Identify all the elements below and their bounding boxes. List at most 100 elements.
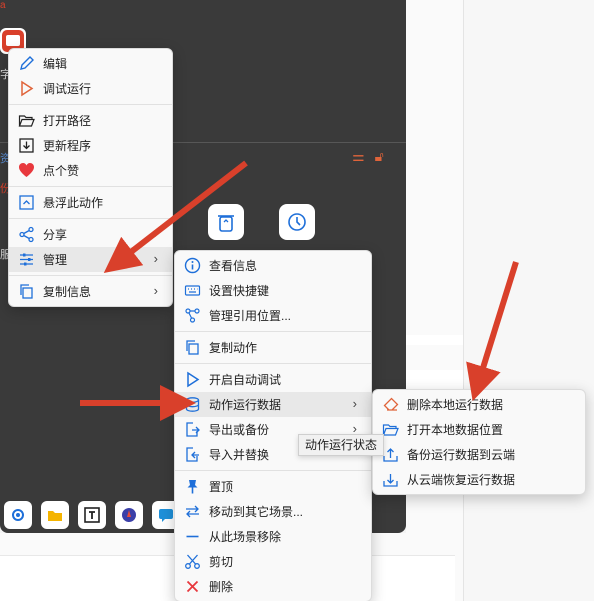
menu-item-backup-cloud[interactable]: 备份运行数据到云端 — [373, 442, 585, 467]
pin-icon — [184, 478, 201, 495]
tooltip: 动作运行状态 — [298, 434, 385, 456]
share-icon — [18, 226, 35, 243]
chevron-right-icon: › — [153, 251, 158, 266]
menu-separator — [9, 104, 172, 105]
menu-item-label: 调试运行 — [43, 82, 92, 96]
side-card — [406, 335, 463, 345]
keyboard-icon — [184, 282, 201, 299]
import-icon — [184, 446, 201, 463]
close-red-icon — [184, 578, 201, 595]
side-card — [406, 370, 463, 390]
menu-item-copy-info[interactable]: 复制信息 › — [9, 279, 172, 304]
menu-item-cut[interactable]: 剪切 — [175, 549, 371, 574]
pencil-icon — [18, 55, 35, 72]
menu-item-label: 复制动作 — [209, 341, 258, 355]
context-menu-main: 编辑 调试运行 打开路径 更新程序 点个赞 悬浮此动作 分享 › 管理 › 复制… — [8, 48, 173, 307]
copy-icon — [18, 283, 35, 300]
folder-icon[interactable] — [41, 501, 69, 529]
menu-separator — [175, 470, 371, 471]
folder-open-icon — [382, 421, 399, 438]
menu-item-edit[interactable]: 编辑 — [9, 51, 172, 76]
menu-item-label: 从云端恢复运行数据 — [407, 473, 516, 487]
menu-item-restore-cloud[interactable]: 从云端恢复运行数据 — [373, 467, 585, 492]
minus-icon — [184, 528, 201, 545]
context-menu-manage: 查看信息 设置快捷键 管理引用位置... 复制动作 开启自动调试 动作运行数据 … — [174, 250, 372, 601]
menu-item-float-action[interactable]: 悬浮此动作 — [9, 190, 172, 215]
menu-item-share[interactable]: 分享 › — [9, 222, 172, 247]
menu-item-label: 导入并替换 — [209, 448, 270, 462]
chevron-right-icon: › — [352, 396, 357, 411]
context-menu-run-data: 删除本地运行数据 打开本地数据位置 备份运行数据到云端 从云端恢复运行数据 — [372, 389, 586, 495]
sliders-icon — [18, 251, 35, 268]
menu-item-view-info[interactable]: 查看信息 — [175, 253, 371, 278]
menu-item-label: 置顶 — [209, 480, 234, 494]
info-icon — [184, 257, 201, 274]
menu-separator — [9, 186, 172, 187]
menu-item-label: 点个赞 — [43, 164, 80, 178]
folder-open-icon — [18, 112, 35, 129]
download-box-icon — [18, 137, 35, 154]
play-outline-icon — [18, 80, 35, 97]
menu-item-label: 从此场景移除 — [209, 530, 282, 544]
float-up-icon — [18, 194, 35, 211]
menu-item-delete[interactable]: 删除 — [175, 574, 371, 599]
menu-separator — [9, 218, 172, 219]
right-panel — [463, 0, 594, 601]
menu-item-label: 动作运行数据 — [209, 398, 282, 412]
menu-item-remove-scene[interactable]: 从此场景移除 — [175, 524, 371, 549]
menu-item-label: 备份运行数据到云端 — [407, 448, 516, 462]
recycle-bin-tile[interactable] — [208, 204, 244, 240]
menu-item-label: 打开本地数据位置 — [407, 423, 504, 437]
panel-toolbar: ⚌ 🔓︎ — [352, 148, 384, 165]
menu-item-open-data-location[interactable]: 打开本地数据位置 — [373, 417, 585, 442]
menu-item-label: 悬浮此动作 — [43, 196, 104, 210]
menu-item-label: 导出或备份 — [209, 423, 270, 437]
sliders-icon[interactable]: ⚌ — [352, 148, 365, 165]
move-icon — [184, 503, 201, 520]
menu-item-label: 管理 — [43, 253, 68, 267]
graph-icon — [184, 307, 201, 324]
export-icon — [184, 421, 201, 438]
menu-item-auto-debug[interactable]: 开启自动调试 — [175, 367, 371, 392]
clock-tile[interactable] — [279, 204, 315, 240]
cloud-upload-icon — [382, 446, 399, 463]
menu-item-set-shortcut[interactable]: 设置快捷键 — [175, 278, 371, 303]
menu-item-manage[interactable]: 管理 › — [9, 247, 172, 272]
menu-item-label: 删除 — [209, 580, 234, 594]
menu-item-manage-references[interactable]: 管理引用位置... — [175, 303, 371, 328]
menu-separator — [175, 363, 371, 364]
menu-item-pin-top[interactable]: 置顶 — [175, 474, 371, 499]
menu-item-open-path[interactable]: 打开路径 — [9, 108, 172, 133]
copy-icon — [184, 339, 201, 356]
cloud-download-icon — [382, 471, 399, 488]
menu-item-debug-run[interactable]: 调试运行 — [9, 76, 172, 101]
heart-icon — [18, 162, 35, 179]
menu-item-label: 更新程序 — [43, 139, 92, 153]
menu-item-update[interactable]: 更新程序 — [9, 133, 172, 158]
database-icon — [184, 396, 201, 413]
menu-item-label: 移动到其它场景... — [209, 505, 304, 519]
menu-item-label: 查看信息 — [209, 259, 258, 273]
play-outline-icon — [184, 371, 201, 388]
menu-item-label: 复制信息 — [43, 285, 92, 299]
menu-item-like[interactable]: 点个赞 — [9, 158, 172, 183]
menu-item-label: 剪切 — [209, 555, 234, 569]
menu-item-label: 开启自动调试 — [209, 373, 282, 387]
menu-item-label: 打开路径 — [43, 114, 92, 128]
menu-item-label: 管理引用位置... — [209, 309, 292, 323]
chevron-right-icon: › — [153, 226, 158, 241]
lock-icon[interactable]: 🔓︎ — [375, 148, 384, 165]
text-icon[interactable] — [78, 501, 106, 529]
chevron-right-icon: › — [153, 283, 158, 298]
menu-item-label: 分享 — [43, 228, 68, 242]
rocket-icon[interactable] — [115, 501, 143, 529]
settings-icon[interactable] — [4, 501, 32, 529]
menu-item-run-data[interactable]: 动作运行数据 › — [175, 392, 371, 417]
eraser-icon — [382, 396, 399, 413]
menu-item-copy-action[interactable]: 复制动作 — [175, 335, 371, 360]
menu-item-delete-local-data[interactable]: 删除本地运行数据 — [373, 392, 585, 417]
menu-item-move-scene[interactable]: 移动到其它场景... — [175, 499, 371, 524]
scissors-icon — [184, 553, 201, 570]
menu-item-label: 删除本地运行数据 — [407, 398, 504, 412]
menu-separator — [9, 275, 172, 276]
